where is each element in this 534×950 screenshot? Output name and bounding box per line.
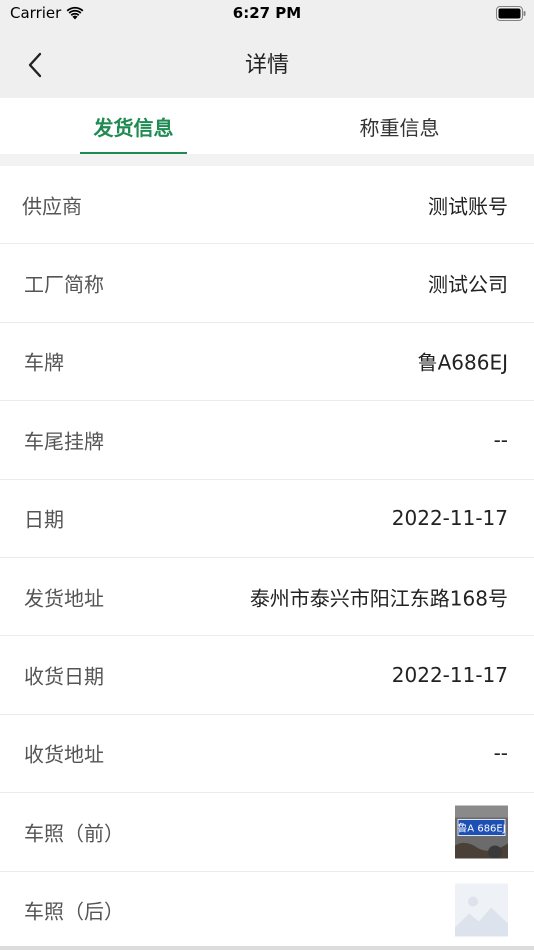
detail-value: 2022-11-17 — [391, 663, 508, 688]
plate-text: 鲁A 686EJ — [457, 821, 505, 834]
detail-row-ship-address: 发货地址 泰州市泰兴市阳江东路168号 — [0, 557, 534, 637]
detail-row-supplier: 供应商 测试账号 — [0, 166, 534, 245]
detail-label: 发货地址 — [24, 586, 104, 611]
detail-label: 供应商 — [22, 194, 82, 219]
detail-row-plate: 车牌 鲁A686EJ — [0, 322, 534, 402]
navigation-bar: 详情 — [0, 28, 534, 98]
detail-label: 车牌 — [24, 350, 64, 375]
status-bar: Carrier 6:27 PM — [0, 0, 534, 28]
detail-label: 日期 — [24, 507, 64, 532]
detail-value: 2022-11-17 — [391, 506, 508, 531]
detail-value: 鲁A686EJ — [417, 350, 508, 375]
detail-row-trailer-plate: 车尾挂牌 -- — [0, 401, 534, 480]
detail-row-date: 日期 2022-11-17 — [0, 479, 534, 558]
detail-label: 车照（后） — [24, 899, 124, 924]
detail-label: 收货日期 — [24, 664, 104, 689]
battery-icon — [496, 6, 526, 21]
detail-row-receive-address: 收货地址 -- — [0, 714, 534, 794]
tab-weighing-info[interactable]: 称重信息 — [346, 98, 453, 154]
detail-value: -- — [493, 427, 508, 452]
detail-row-receive-date: 收货日期 2022-11-17 — [0, 636, 534, 715]
detail-value: 测试公司 — [428, 272, 508, 297]
detail-label: 收货地址 — [24, 742, 104, 767]
detail-list: 供应商 测试账号 工厂简称 测试公司 车牌 鲁A686EJ 车尾挂牌 -- 日期… — [0, 166, 534, 950]
detail-row-photo-front: 车照（前） 鲁A 686EJ — [0, 793, 534, 872]
detail-label: 车照（前） — [24, 821, 124, 846]
detail-label: 车尾挂牌 — [24, 429, 104, 454]
clock: 6:27 PM — [232, 4, 302, 22]
detail-value: 泰州市泰兴市阳江东路168号 — [249, 586, 508, 611]
detail-row-photo-rear: 车照（后） — [0, 871, 534, 950]
detail-value: -- — [493, 741, 508, 766]
section-divider — [0, 154, 534, 166]
detail-row-factory: 工厂简称 测试公司 — [0, 244, 534, 323]
detail-value: 测试账号 — [428, 194, 508, 219]
image-placeholder-icon[interactable] — [455, 883, 508, 937]
tab-shipping-info[interactable]: 发货信息 — [80, 98, 187, 154]
detail-label: 工厂简称 — [24, 272, 104, 297]
page-title: 详情 — [244, 53, 289, 78]
front-photo-thumbnail[interactable]: 鲁A 686EJ — [455, 805, 508, 859]
tab-bar: 发货信息 称重信息 — [0, 98, 534, 154]
bottom-edge — [0, 946, 534, 950]
